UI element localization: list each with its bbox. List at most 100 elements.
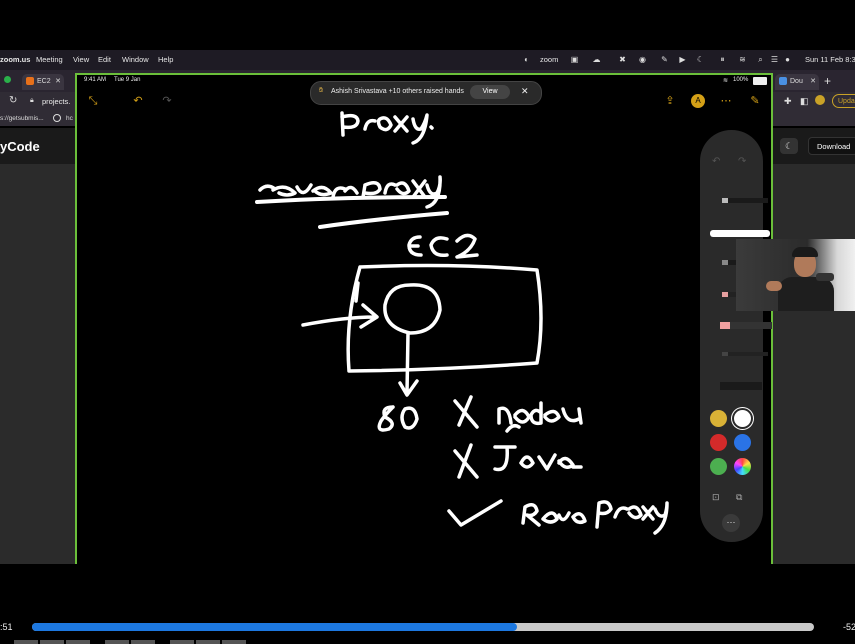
webcam-video-thumbnail[interactable] — [736, 239, 855, 311]
presenter-body — [778, 277, 834, 311]
compose-icon[interactable]: ✎ — [748, 94, 762, 108]
new-tab-icon[interactable]: + — [824, 74, 831, 88]
control-key[interactable] — [131, 640, 155, 644]
control-key[interactable] — [170, 640, 194, 644]
ink-checkmark — [447, 499, 503, 527]
elapsed-time: :51 — [0, 622, 13, 632]
pencil-toolbar: ↶ ↷ ⊡ ⧉ ⋯ — [700, 130, 772, 542]
update-button[interactable]: Upda — [832, 94, 855, 108]
ink-cross-2 — [453, 443, 479, 479]
ink-nodejs — [497, 401, 583, 433]
address-bar[interactable]: projects. — [42, 97, 70, 106]
ink-ec2 — [407, 233, 479, 259]
sidebar-icon[interactable]: ◧ — [800, 96, 809, 107]
color-blue-swatch[interactable] — [734, 434, 751, 451]
more-tools-icon[interactable]: ⋯ — [722, 514, 740, 532]
tab-label: EC2 — [37, 78, 51, 85]
ink-java — [493, 445, 583, 472]
zoom-app-icon[interactable]: ▣ — [570, 55, 579, 64]
extensions-icon[interactable]: ✚ — [784, 96, 792, 107]
search-icon[interactable]: ⌕ — [756, 55, 765, 64]
browser-right-background — [772, 164, 855, 564]
window-zoom-dot-icon[interactable] — [4, 76, 11, 83]
siri-icon[interactable]: ● — [783, 55, 792, 64]
ipad-battery: 100% — [733, 77, 749, 83]
selected-pen-tool[interactable] — [710, 230, 770, 237]
ipad-time: 9:41 AM — [84, 77, 107, 83]
pencil-tool[interactable] — [722, 352, 768, 356]
bookmark-getsubmis[interactable]: s://getsubmis... — [0, 115, 44, 122]
control-key[interactable] — [66, 640, 90, 644]
text-box-icon[interactable]: ⊡ — [712, 492, 720, 503]
view-raised-hands-button[interactable]: View — [470, 85, 510, 99]
color-green-swatch[interactable] — [710, 458, 727, 475]
remaining-time: -52 — [843, 622, 855, 632]
color-white-swatch[interactable] — [734, 410, 751, 427]
play-icon[interactable]: ▶ — [678, 55, 687, 64]
profile-avatar[interactable] — [815, 95, 825, 105]
raised-hand-icon: ✋︎ — [319, 87, 323, 94]
ink-underline — [255, 195, 449, 229]
wifi-icon: ≋ — [723, 78, 729, 84]
ink-proxy — [340, 111, 434, 145]
menu-help[interactable]: Help — [158, 55, 173, 64]
color-picker-swatch[interactable] — [734, 458, 751, 475]
more-options-icon[interactable]: ⋯ — [719, 94, 733, 108]
tool-redo-icon[interactable]: ↷ — [738, 156, 746, 167]
color-yellow-swatch[interactable] — [710, 410, 727, 427]
ink-reverse-proxy-bottom — [521, 500, 669, 535]
record-icon[interactable]: ◉ — [638, 55, 647, 64]
tool-undo-icon[interactable]: ↶ — [712, 156, 720, 167]
screen-share-icon[interactable]: ◐ — [522, 55, 531, 64]
color-red-swatch[interactable] — [710, 434, 727, 451]
whiteboard-drawing — [255, 111, 669, 535]
control-key[interactable] — [222, 640, 246, 644]
control-key[interactable] — [14, 640, 38, 644]
menu-window[interactable]: Window — [122, 55, 149, 64]
download-button[interactable]: Download — [808, 137, 855, 155]
menu-edit[interactable]: Edit — [98, 55, 111, 64]
menu-clock[interactable]: Sun 11 Feb 8:3 — [805, 55, 855, 64]
site-title: yCode — [0, 139, 40, 154]
menu-meeting[interactable]: Meeting — [36, 55, 63, 64]
ink-arrow-down — [398, 331, 419, 397]
cloud-icon[interactable]: ☁ — [592, 55, 601, 64]
ink-box-corner — [354, 281, 360, 303]
control-center-icon[interactable]: ☰ — [770, 55, 779, 64]
ink-reverse-proxy — [258, 175, 442, 209]
tab-close-icon[interactable]: ✕ — [55, 74, 61, 90]
aws-favicon-icon — [26, 77, 34, 86]
control-key[interactable] — [196, 640, 220, 644]
wifi-icon[interactable]: ≋ — [738, 55, 747, 64]
browser-left-background — [0, 164, 76, 564]
close-banner-icon[interactable]: ✕ — [521, 86, 529, 97]
reload-icon[interactable]: ↻ — [9, 95, 17, 106]
browser-tab-right[interactable]: Dou ✕ — [775, 74, 819, 90]
control-key[interactable] — [105, 640, 129, 644]
eraser-tool[interactable] — [720, 322, 772, 329]
microphone — [816, 273, 834, 281]
zoom-status-label[interactable]: zoom — [540, 55, 558, 64]
menu-view[interactable]: View — [73, 55, 89, 64]
tab-label-right: Dou — [790, 78, 803, 85]
ruler-tool[interactable] — [720, 382, 762, 390]
menu-app-name[interactable]: zoom.us — [0, 55, 30, 64]
bookmark-hc[interactable]: hc — [66, 115, 73, 122]
theme-toggle-icon[interactable]: ☾ — [780, 138, 798, 154]
tab-close-icon[interactable]: ✕ — [810, 74, 816, 90]
x-icon[interactable]: ✖ — [618, 55, 627, 64]
control-key[interactable] — [40, 640, 64, 644]
github-icon — [53, 114, 61, 122]
doc-favicon-icon — [779, 77, 787, 86]
shapes-icon[interactable]: ⧉ — [736, 492, 742, 503]
ipad-date: Tue 9 Jan — [114, 77, 141, 83]
ink-arrow-in — [301, 303, 379, 329]
paint-icon[interactable]: ✎ — [660, 55, 669, 64]
seek-progress-fill[interactable] — [32, 623, 517, 631]
lock-icon: 🔒︎ — [30, 97, 34, 104]
pause-icon[interactable]: ⏸ — [718, 55, 727, 64]
pen-tool[interactable] — [722, 198, 768, 203]
moon-icon[interactable]: ☾ — [696, 55, 705, 64]
raised-hands-text: Ashish Srivastava +10 others raised hand… — [331, 88, 464, 95]
browser-tab-ec2[interactable]: EC2 ✕ — [22, 74, 64, 90]
